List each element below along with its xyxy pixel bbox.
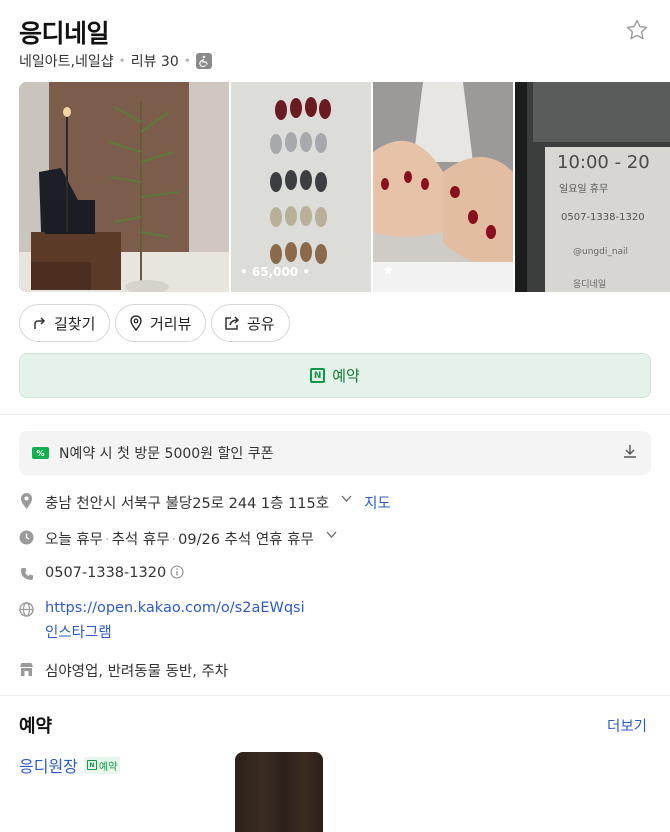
globe-icon: [19, 600, 34, 618]
wheelchair-icon: [195, 53, 212, 69]
amenities-row: 심야영업, 반려동물 동반, 주차: [19, 660, 228, 681]
amenities-text: 심야영업, 반려동물 동반, 주차: [45, 664, 229, 680]
website-row: https://open.kakao.com/o/s2aEWqsi 인스타그램: [19, 600, 305, 642]
coupon-banner[interactable]: % N예약 시 첫 방문 5000원 할인 쿠폰: [19, 431, 651, 475]
hours-row: 오늘 휴무 · 추석 휴무 · 09/26 추석 연휴 휴무: [19, 528, 338, 549]
place-meta: 네일아트,네일샵 • 리뷰 30 •: [19, 51, 212, 71]
clock-icon: [19, 528, 34, 546]
staff-name[interactable]: 응디원장: [19, 753, 78, 777]
sign-hours-text: 10:00 - 20: [557, 152, 650, 173]
streetview-label: 거리뷰: [150, 314, 192, 333]
place-title: 응디네일: [19, 19, 110, 48]
sign-insta-text: @ungdi_nail: [573, 247, 629, 257]
kakao-link[interactable]: https://open.kakao.com/o/s2aEWqsi: [45, 600, 305, 616]
separator-dot: •: [118, 54, 126, 68]
directions-button[interactable]: 길찾기: [19, 304, 111, 342]
share-icon: [225, 316, 240, 330]
featured-star-icon: ★: [382, 263, 395, 279]
info-circle-icon[interactable]: [170, 565, 184, 583]
price-caption: • 65,000 •: [240, 265, 311, 279]
photo-signboard[interactable]: 10:00 - 20 일요일 휴무 0507-1338-1320 @ungdi_…: [515, 82, 670, 292]
phone-icon: [19, 565, 34, 583]
photo-interior[interactable]: [19, 82, 229, 292]
directions-label: 길찾기: [54, 314, 96, 333]
more-link[interactable]: 더보기: [607, 715, 647, 736]
instagram-link[interactable]: 인스타그램: [45, 621, 305, 642]
photo-hands[interactable]: ★: [373, 82, 513, 292]
share-label: 공유: [247, 314, 275, 333]
staff-item[interactable]: 응디원장 N 예약: [19, 753, 121, 777]
hours-text[interactable]: 오늘 휴무 · 추석 휴무 · 09/26 추석 연휴 휴무: [45, 528, 314, 549]
staff-thumbnail[interactable]: [235, 752, 323, 832]
badge-label: 예약: [98, 761, 118, 773]
sign-phone-text: 0507-1338-1320: [561, 212, 645, 223]
hours-today: 오늘 휴무: [45, 532, 103, 548]
separator-dot: •: [183, 54, 191, 68]
share-button[interactable]: 공유: [211, 304, 290, 342]
location-pin-icon: [130, 315, 142, 331]
location-pin-icon: [19, 492, 34, 510]
sign-name-text: 응디네일: [573, 280, 607, 290]
directions-icon: [34, 317, 46, 329]
reserve-label: 예약: [332, 367, 360, 385]
map-link[interactable]: 지도: [364, 492, 391, 513]
section-divider: [0, 414, 670, 415]
section-divider: [0, 695, 670, 696]
booking-section-title: 예약: [19, 716, 53, 737]
review-count-link[interactable]: 리뷰 30: [131, 51, 179, 71]
address-text[interactable]: 충남 천안시 서북구 불당25로 244 1층 115호: [45, 492, 329, 513]
download-icon[interactable]: [622, 443, 638, 463]
category-text: 네일아트,네일샵: [19, 54, 114, 70]
streetview-button[interactable]: 거리뷰: [115, 304, 207, 342]
address-row: 충남 천안시 서북구 불당25로 244 1층 115호 지도: [19, 492, 391, 513]
coupon-text: N예약 시 첫 방문 5000원 할인 쿠폰: [59, 446, 274, 462]
chevron-down-icon[interactable]: [325, 528, 338, 545]
hours-date: 09/26 추석 연휴 휴무: [178, 532, 314, 548]
favorite-star-icon[interactable]: [622, 15, 652, 45]
sign-closed-text: 일요일 휴무: [559, 184, 609, 195]
phone-row: 0507-1338-1320: [19, 565, 184, 583]
coupon-icon: %: [32, 447, 49, 459]
store-icon: [19, 660, 34, 678]
naver-reservation-icon: N: [310, 368, 326, 383]
chevron-down-icon[interactable]: [340, 492, 353, 509]
photo-nail-tips[interactable]: • 65,000 •: [231, 82, 371, 292]
phone-number[interactable]: 0507-1338-1320: [45, 565, 166, 581]
website-links: https://open.kakao.com/o/s2aEWqsi 인스타그램: [45, 600, 305, 642]
reservation-badge: N 예약: [83, 756, 121, 774]
naver-n-icon: N: [86, 760, 97, 770]
hours-holiday: 추석 휴무: [111, 532, 170, 548]
reserve-button[interactable]: N 예약: [19, 353, 651, 398]
